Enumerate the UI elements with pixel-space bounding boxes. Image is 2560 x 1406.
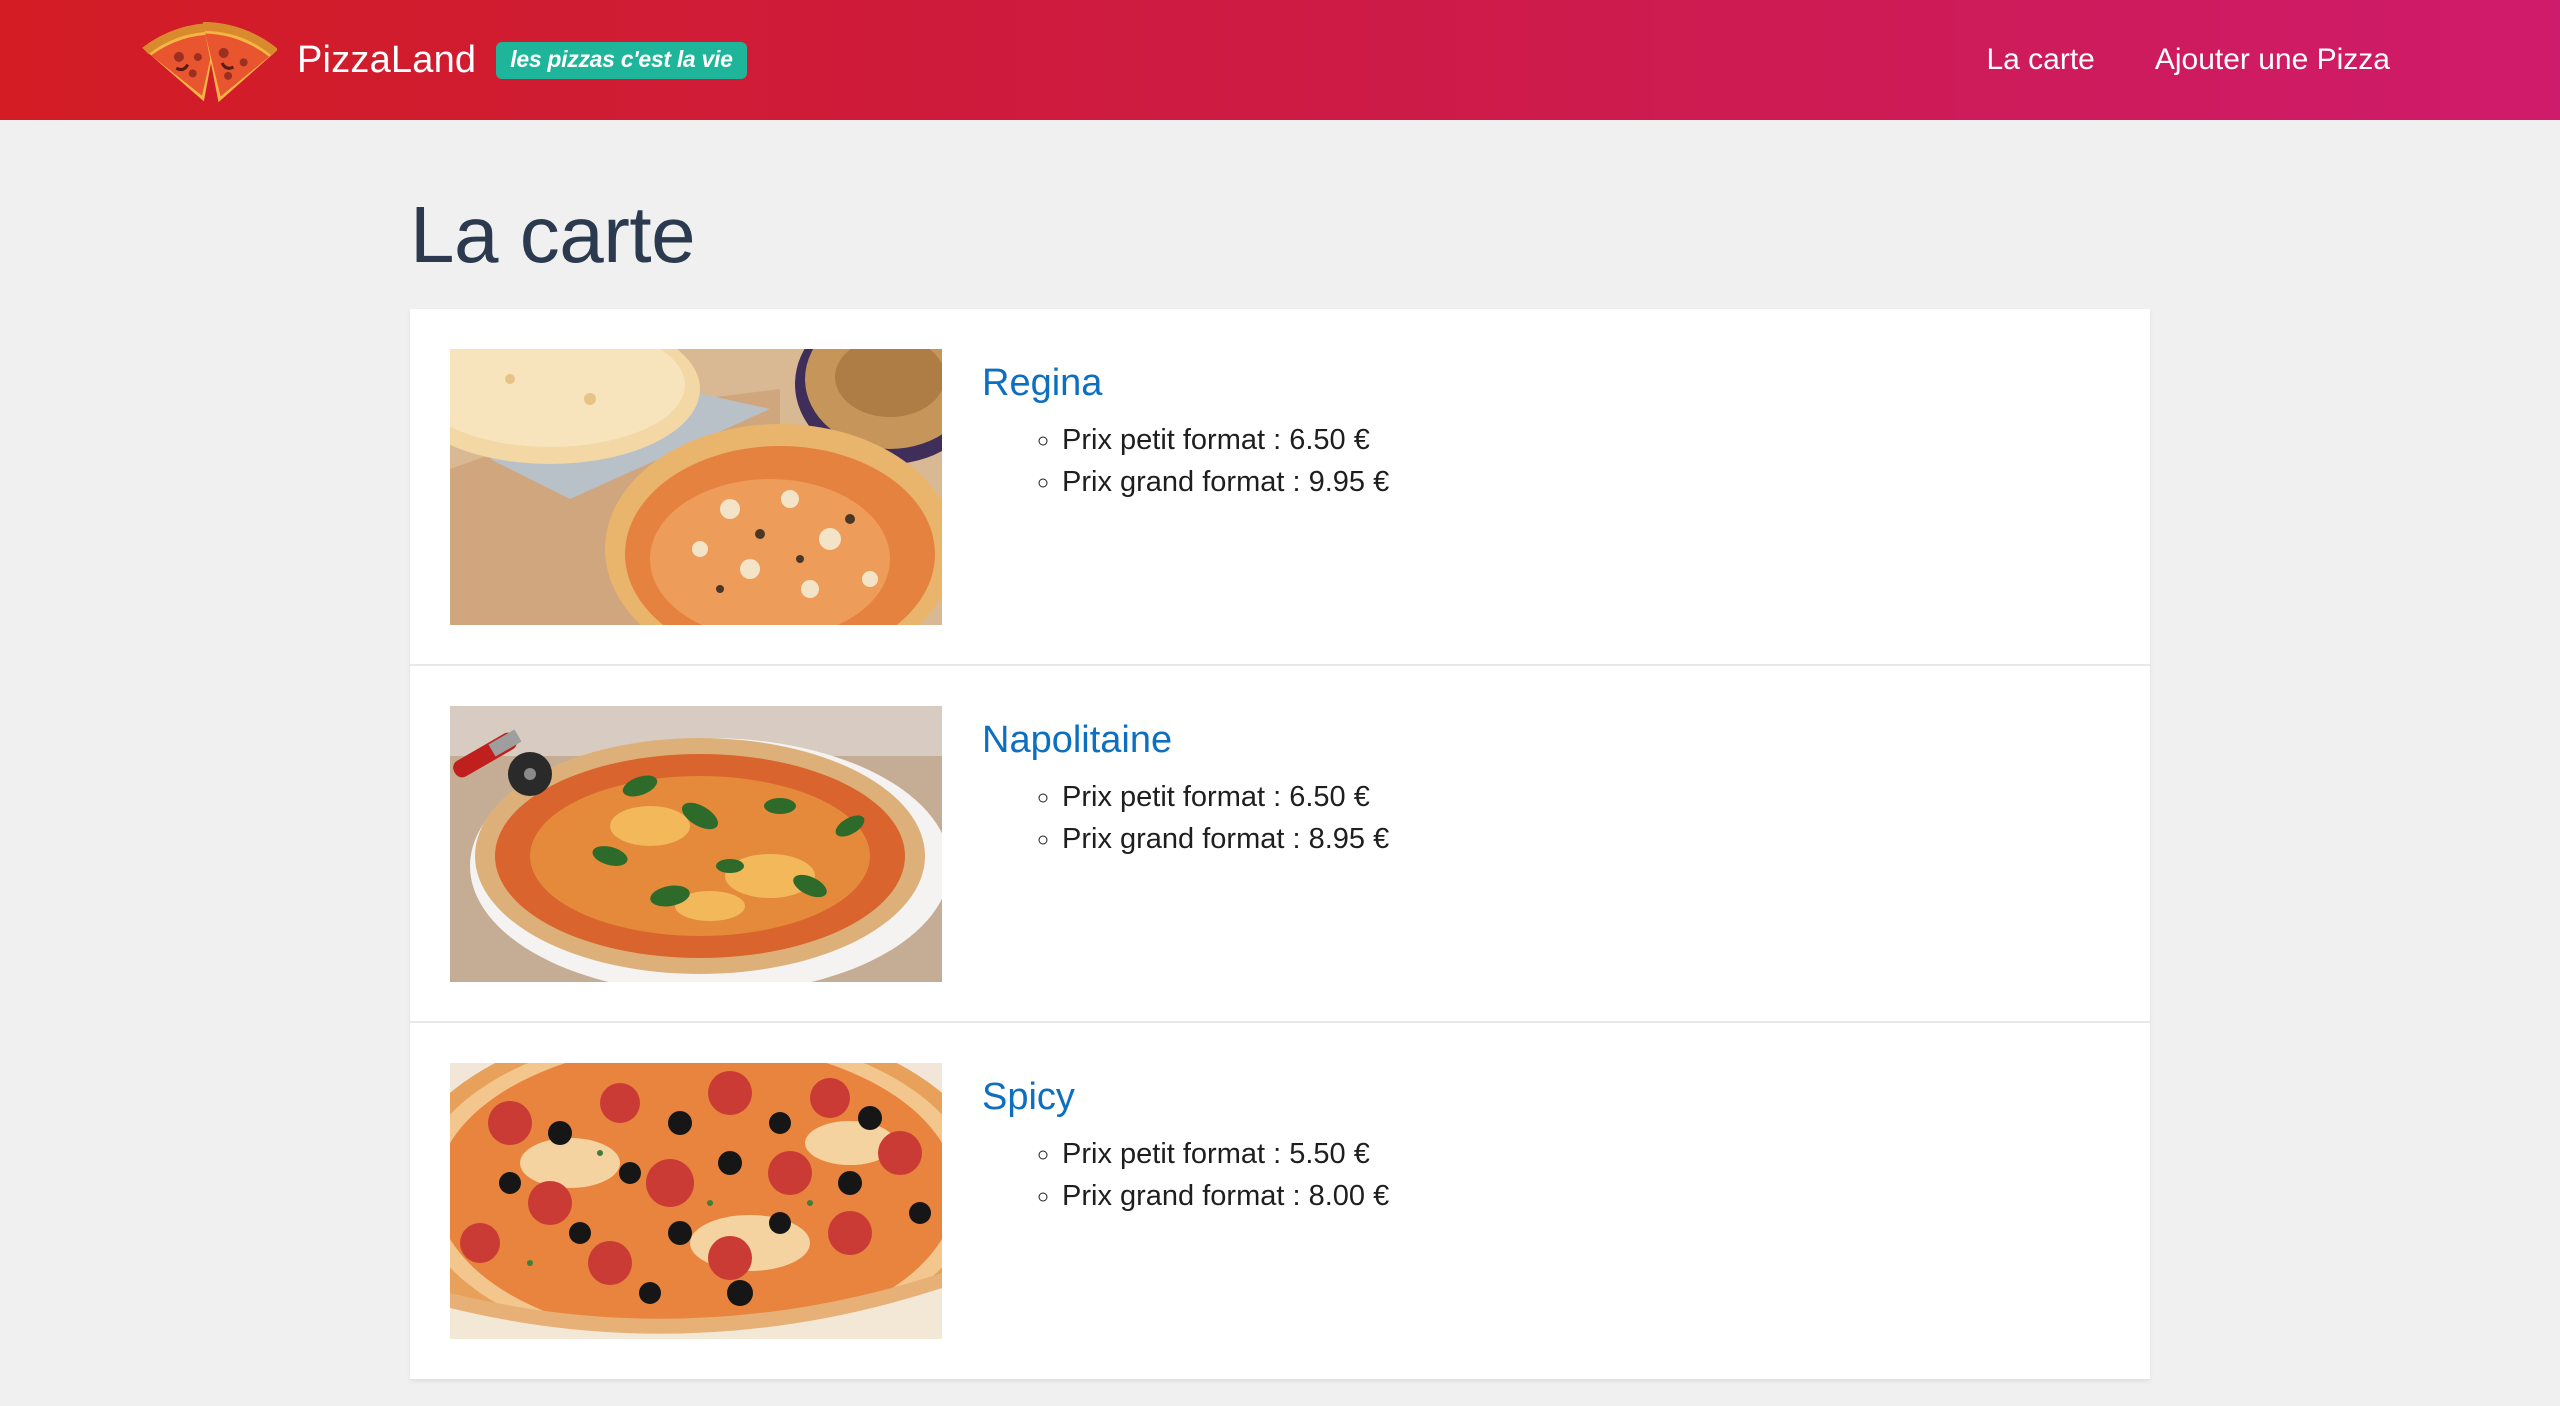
pizza-logo-icon bbox=[142, 22, 277, 103]
pizza-image-link[interactable] bbox=[450, 1063, 942, 1339]
top-bar: PizzaLand les pizzas c'est la vie La car… bbox=[0, 0, 2560, 120]
pizza-name-link[interactable]: Napolitaine bbox=[982, 718, 1389, 764]
pizza-name-link[interactable]: Regina bbox=[982, 361, 1389, 407]
pizza-details: Spicy Prix petit format : 5.50 € Prix gr… bbox=[982, 1075, 1389, 1217]
large-price: Prix grand format : 8.00 € bbox=[1062, 1175, 1389, 1217]
home-link[interactable]: PizzaLand les pizzas c'est la vie bbox=[139, 0, 747, 120]
pizza-card: Napolitaine Prix petit format : 6.50 € P… bbox=[410, 666, 2150, 1023]
pizza-spicy-photo bbox=[450, 1063, 942, 1339]
pizza-image-link[interactable] bbox=[450, 706, 942, 982]
large-price: Prix grand format : 9.95 € bbox=[1062, 461, 1389, 503]
brand-name: PizzaLand bbox=[297, 38, 477, 81]
price-list: Prix petit format : 5.50 € Prix grand fo… bbox=[982, 1133, 1389, 1217]
pizza-details: Napolitaine Prix petit format : 6.50 € P… bbox=[982, 718, 1389, 860]
main-nav: La carte Ajouter une Pizza bbox=[1926, 0, 2390, 120]
price-list: Prix petit format : 6.50 € Prix grand fo… bbox=[982, 419, 1389, 503]
small-price: Prix petit format : 5.50 € bbox=[1062, 1133, 1389, 1175]
page-title: La carte bbox=[410, 190, 696, 279]
small-price: Prix petit format : 6.50 € bbox=[1062, 776, 1389, 818]
pizza-name-link[interactable]: Spicy bbox=[982, 1075, 1389, 1121]
pizza-regina-photo bbox=[450, 349, 942, 625]
pizza-image-link[interactable] bbox=[450, 349, 942, 625]
price-list: Prix petit format : 6.50 € Prix grand fo… bbox=[982, 776, 1389, 860]
nav-link-ajouter-pizza[interactable]: Ajouter une Pizza bbox=[2155, 43, 2390, 77]
slogan-badge: les pizzas c'est la vie bbox=[496, 41, 747, 79]
small-price: Prix petit format : 6.50 € bbox=[1062, 419, 1389, 461]
pizza-details: Regina Prix petit format : 6.50 € Prix g… bbox=[982, 361, 1389, 503]
pizza-card: Spicy Prix petit format : 5.50 € Prix gr… bbox=[410, 1023, 2150, 1379]
pizza-list: Regina Prix petit format : 6.50 € Prix g… bbox=[410, 309, 2150, 1379]
large-price: Prix grand format : 8.95 € bbox=[1062, 818, 1389, 860]
pizza-card: Regina Prix petit format : 6.50 € Prix g… bbox=[410, 309, 2150, 666]
pizza-napolitaine-photo bbox=[450, 706, 942, 982]
nav-link-la-carte[interactable]: La carte bbox=[1986, 43, 2094, 77]
